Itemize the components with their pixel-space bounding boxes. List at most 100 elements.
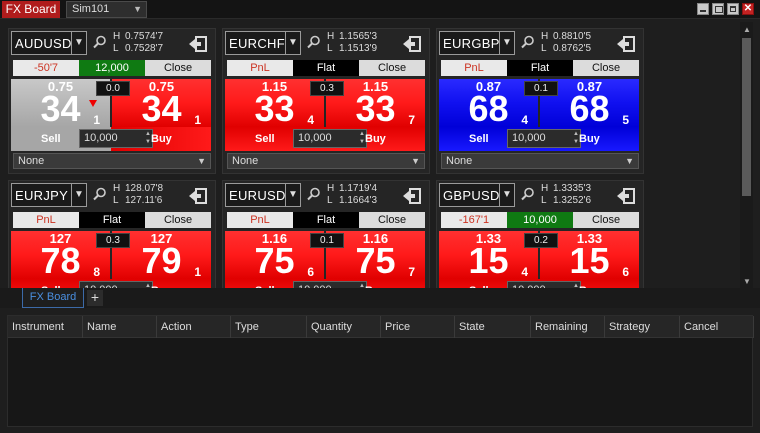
quantity-stepper[interactable]: 10,000 ▲▼ — [79, 281, 153, 288]
close-position-button[interactable]: Close — [573, 212, 639, 228]
quantity-stepper[interactable]: 10,000 ▲▼ — [293, 281, 367, 288]
quantity-value: 10,000 — [298, 132, 332, 144]
column-header-remaining[interactable]: Remaining — [531, 316, 605, 338]
strategy-value: None — [446, 155, 473, 167]
strategy-selector[interactable]: None ▼ — [227, 153, 425, 169]
chevron-down-icon: ▼ — [197, 156, 206, 166]
buy-size: 7 — [408, 113, 415, 127]
search-icon[interactable] — [307, 187, 321, 201]
quantity-stepper[interactable]: 10,000 ▲▼ — [293, 129, 367, 148]
pnl-display: -50'7 — [13, 60, 79, 76]
tab-fx-board[interactable]: FX Board — [22, 288, 84, 308]
pnl-display: PnL — [13, 212, 79, 228]
close-position-button[interactable]: Close — [359, 212, 425, 228]
fx-tile-eurusd: EURUSD ▼ H 1.1719'4 L 1.1664'3 PnL Flat Cl… — [222, 180, 430, 288]
instrument-selector[interactable]: EURGBP ▼ — [439, 31, 515, 55]
sell-size: 8 — [93, 265, 100, 279]
close-window-button[interactable]: ✕ — [742, 3, 754, 15]
buy-button[interactable]: Buy — [365, 133, 386, 145]
reverse-position-icon[interactable] — [402, 35, 422, 53]
close-position-button[interactable]: Close — [145, 60, 211, 76]
sell-button[interactable]: Sell — [41, 133, 61, 145]
position-display: 12,000 — [79, 60, 145, 76]
chevron-down-icon: ▼ — [411, 156, 420, 166]
sell-button[interactable]: Sell — [469, 133, 489, 145]
column-header-action[interactable]: Action — [157, 316, 231, 338]
column-header-state[interactable]: State — [455, 316, 531, 338]
close-position-button[interactable]: Close — [359, 60, 425, 76]
pnl-display: PnL — [441, 60, 507, 76]
search-icon[interactable] — [307, 35, 321, 49]
reverse-position-icon[interactable] — [616, 35, 636, 53]
scroll-thumb[interactable] — [742, 38, 751, 196]
low-value: 127.11'6 — [125, 195, 163, 206]
sell-size: 1 — [93, 113, 100, 127]
search-icon[interactable] — [93, 187, 107, 201]
sell-button[interactable]: Sell — [255, 133, 275, 145]
scroll-down-icon[interactable]: ▼ — [743, 277, 751, 286]
instrument-selector[interactable]: AUDUSD ▼ — [11, 31, 87, 55]
orders-grid: Instrument Name Action Type Quantity Price Sta… — [7, 315, 754, 427]
column-header-cancel[interactable]: Cancel — [680, 316, 754, 338]
fx-tile-audusd: AUDUSD ▼ H 0.7574'7 L 0.7528'7 -50'7 12,00… — [8, 28, 216, 174]
sell-size: 6 — [307, 265, 314, 279]
high-low-box: H 1.3335'3 L 1.3252'6 — [541, 183, 592, 206]
search-icon[interactable] — [521, 35, 535, 49]
chevron-down-icon: ▼ — [499, 184, 514, 206]
low-value: 1.1513'9 — [339, 43, 378, 54]
sell-size: 4 — [521, 265, 528, 279]
column-header-price[interactable]: Price — [381, 316, 455, 338]
minimize-button[interactable] — [697, 3, 709, 15]
strategy-selector[interactable]: None ▼ — [13, 153, 211, 169]
chevron-down-icon: ▼ — [625, 156, 634, 166]
buy-size: 1 — [194, 113, 201, 127]
vertical-scrollbar[interactable]: ▲ ▼ — [740, 22, 753, 288]
close-position-button[interactable]: Close — [573, 60, 639, 76]
reverse-position-icon[interactable] — [188, 187, 208, 205]
account-name: Sim101 — [72, 3, 110, 15]
scroll-up-icon[interactable]: ▲ — [743, 25, 751, 34]
quantity-stepper[interactable]: 10,000 ▲▼ — [79, 129, 153, 148]
close-position-button[interactable]: Close — [145, 212, 211, 228]
instrument-selector[interactable]: EURCHF ▼ — [225, 31, 301, 55]
low-value: 0.8762'5 — [553, 43, 592, 54]
column-header-name[interactable]: Name — [83, 316, 157, 338]
fx-board-window: FX Board Sim101 ▼ ✕ AUDUSD ▼ H 0.7574'7 L… — [0, 0, 760, 433]
column-header-quantity[interactable]: Quantity — [307, 316, 381, 338]
buy-size: 7 — [408, 265, 415, 279]
chevron-down-icon: ▼ — [285, 32, 300, 54]
reverse-position-icon[interactable] — [188, 35, 208, 53]
account-selector[interactable]: Sim101 ▼ — [66, 1, 147, 18]
restore-button[interactable] — [712, 3, 724, 15]
high-value: 1.3335'3 — [553, 183, 592, 194]
instrument-selector[interactable]: GBPUSD ▼ — [439, 183, 515, 207]
column-header-instrument[interactable]: Instrument — [8, 316, 83, 338]
high-low-box: H 1.1719'4 L 1.1664'3 — [327, 183, 378, 206]
search-icon[interactable] — [521, 187, 535, 201]
strategy-value: None — [232, 155, 259, 167]
reverse-position-icon[interactable] — [402, 187, 422, 205]
strategy-selector[interactable]: None ▼ — [441, 153, 639, 169]
column-header-type[interactable]: Type — [231, 316, 307, 338]
pnl-display: -167'1 — [441, 212, 507, 228]
search-icon[interactable] — [93, 35, 107, 49]
quantity-stepper[interactable]: 10,000 ▲▼ — [507, 281, 581, 288]
instrument-selector[interactable]: EURUSD ▼ — [225, 183, 301, 207]
spread-value: 0.1 — [310, 233, 344, 248]
reverse-position-icon[interactable] — [616, 187, 636, 205]
maximize-button[interactable] — [727, 3, 739, 15]
quantity-stepper[interactable]: 10,000 ▲▼ — [507, 129, 581, 148]
instrument-symbol: EURJPY — [15, 188, 69, 203]
window-title: FX Board — [2, 1, 60, 18]
add-tab-button[interactable]: + — [87, 290, 103, 306]
buy-button[interactable]: Buy — [579, 133, 600, 145]
fx-tile-gbpusd: GBPUSD ▼ H 1.3335'3 L 1.3252'6 -167'1 10,0… — [436, 180, 644, 288]
position-display: Flat — [507, 60, 573, 76]
orders-grid-header: Instrument Name Action Type Quantity Price Sta… — [8, 316, 754, 338]
pnl-display: PnL — [227, 60, 293, 76]
column-header-strategy[interactable]: Strategy — [605, 316, 680, 338]
buy-button[interactable]: Buy — [151, 133, 172, 145]
order-entry-row: Sell 10,000 ▲▼ Buy — [11, 279, 211, 288]
pnl-display: PnL — [227, 212, 293, 228]
instrument-selector[interactable]: EURJPY ▼ — [11, 183, 87, 207]
